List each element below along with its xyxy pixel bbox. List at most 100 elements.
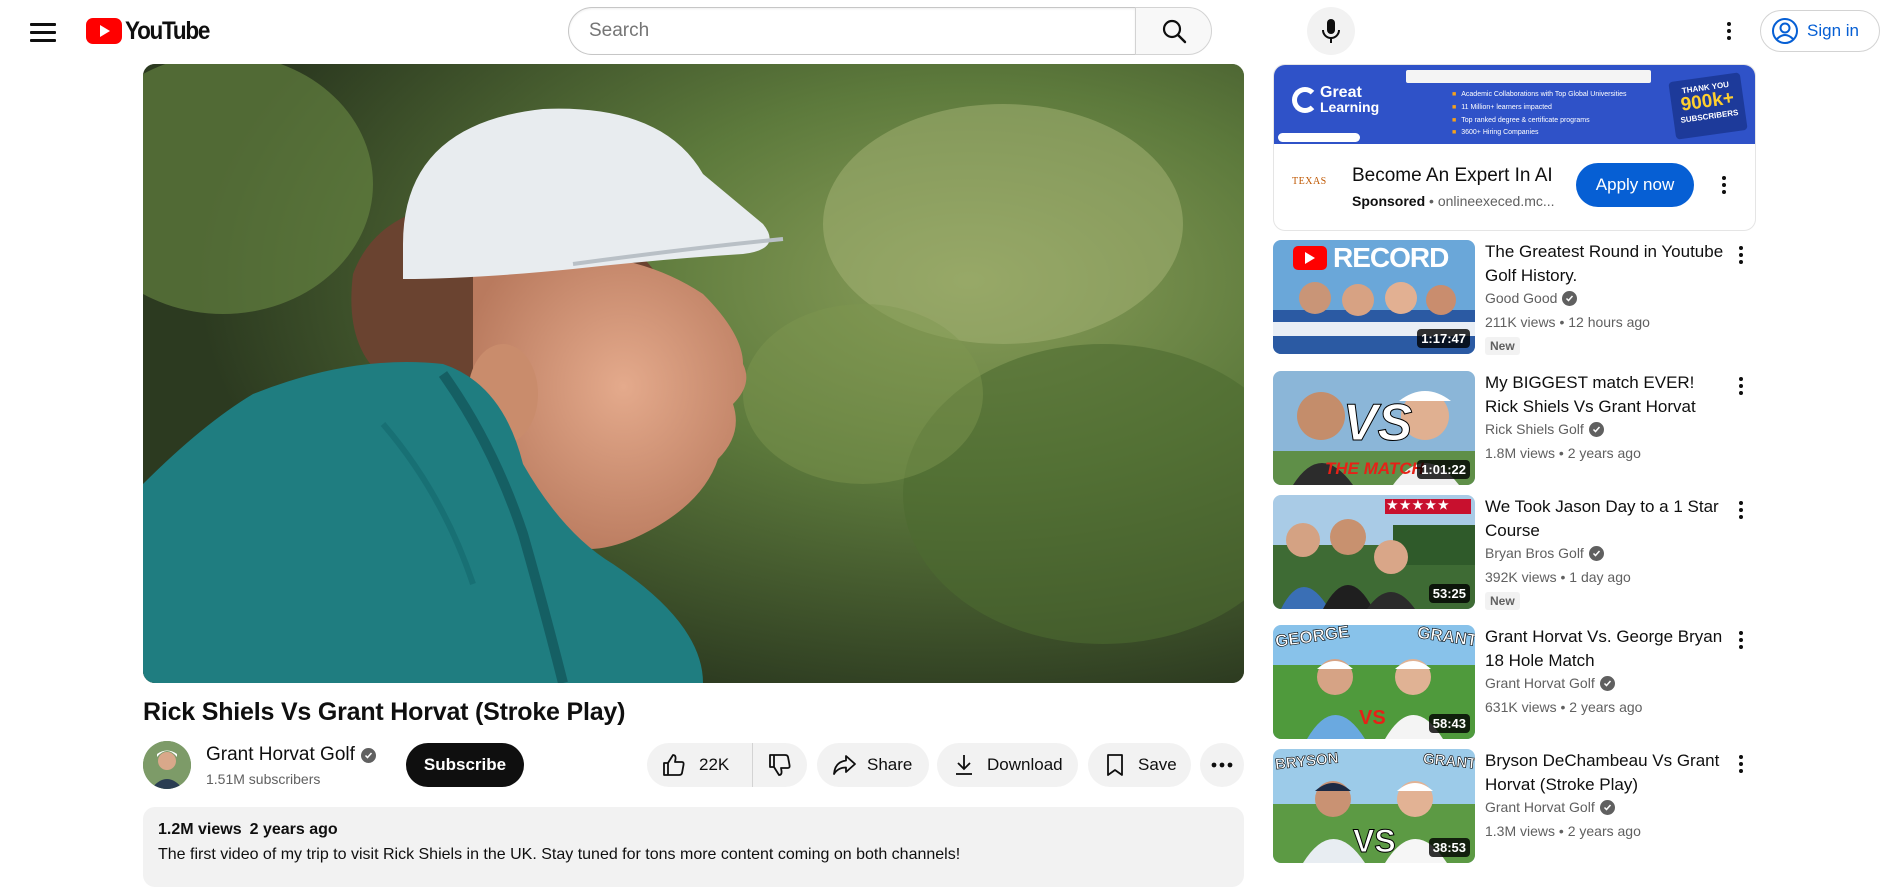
- related-video-title: Bryson DeChambeau Vs Grant Horvat (Strok…: [1485, 751, 1720, 794]
- mic-icon: [1322, 19, 1340, 43]
- related-video[interactable]: GEORGE GRANT VS 58:43 Grant Horvat Vs. G…: [1273, 625, 1756, 739]
- channel-avatar[interactable]: [143, 741, 191, 789]
- related-channel: Grant Horvat Golf: [1485, 799, 1615, 815]
- video-duration: 53:25: [1428, 584, 1470, 603]
- thumbnail-text: ★★★★★: [1387, 498, 1451, 512]
- ad-title[interactable]: Become An Expert In AI: [1352, 165, 1553, 187]
- thumbnail-text: VS: [1359, 707, 1386, 729]
- video-duration: 58:43: [1428, 714, 1470, 733]
- related-video-title: We Took Jason Day to a 1 Star Course: [1485, 497, 1719, 540]
- video-thumbnail[interactable]: BRYSON GRANT VS 38:53: [1273, 749, 1475, 863]
- avatar-image: [143, 741, 191, 789]
- more-vert-icon[interactable]: [1731, 242, 1751, 268]
- sign-in-label: Sign in: [1807, 21, 1859, 40]
- video-thumbnail[interactable]: RECORD 1:17:47: [1273, 240, 1475, 354]
- channel-name-text: Grant Horvat Golf: [206, 744, 355, 765]
- download-icon: [956, 755, 972, 775]
- view-count: 1.2M views: [158, 821, 242, 838]
- channel-name[interactable]: Grant Horvat Golf: [206, 744, 376, 766]
- like-button[interactable]: 22K: [647, 743, 753, 787]
- more-vert-icon[interactable]: [1714, 169, 1734, 201]
- bookmark-icon: [1107, 754, 1123, 776]
- related-video-title: My BIGGEST match EVER! Rick Shiels Vs Gr…: [1485, 373, 1696, 416]
- ad-subline: Sponsored • onlineexeced.mc...: [1352, 193, 1555, 209]
- ad-card: Great Learning Academic Collaborations w…: [1273, 64, 1756, 231]
- related-video-title: The Greatest Round in Youtube Golf Histo…: [1485, 242, 1724, 285]
- share-button[interactable]: Share: [817, 743, 929, 787]
- related-meta: 392K views • 1 day ago: [1485, 569, 1631, 585]
- verified-icon: [1588, 421, 1604, 437]
- more-vert-icon[interactable]: [1714, 14, 1744, 48]
- related-video[interactable]: RECORD 1:17:47 The Greatest Round in You…: [1273, 240, 1756, 355]
- youtube-logo[interactable]: YouTube: [86, 17, 218, 45]
- more-vert-icon[interactable]: [1731, 373, 1751, 399]
- youtube-logo-icon: [86, 18, 122, 44]
- related-video[interactable]: BRYSON GRANT VS 38:53 Bryson DeChambeau …: [1273, 749, 1756, 863]
- more-horiz-icon: [1211, 762, 1233, 768]
- thumbnail-text: THE MATCH: [1325, 459, 1424, 478]
- new-badge: New: [1485, 592, 1520, 610]
- search-input[interactable]: [568, 7, 1135, 55]
- video-thumbnail[interactable]: GEORGE GRANT VS 58:43: [1273, 625, 1475, 739]
- video-frame: [143, 64, 1244, 683]
- owner-row: Grant Horvat Golf 1.51M subscribers Subs…: [143, 740, 1244, 790]
- verified-icon: [1599, 799, 1615, 815]
- more-vert-icon[interactable]: [1731, 497, 1751, 523]
- sign-in-button[interactable]: Sign in: [1760, 10, 1880, 52]
- related-video[interactable]: ★★★★★ 53:25 We Took Jason Day to a 1 Sta…: [1273, 495, 1756, 610]
- thumb-up-icon: [663, 754, 685, 776]
- subscribe-button[interactable]: Subscribe: [406, 743, 524, 787]
- description-meta: 1.2M views 2 years ago: [158, 821, 1229, 839]
- apply-now-button[interactable]: Apply now: [1576, 163, 1694, 207]
- ad-banner[interactable]: Great Learning Academic Collaborations w…: [1274, 65, 1755, 144]
- video-thumbnail[interactable]: ★★★★★ 53:25: [1273, 495, 1475, 609]
- thumb-down-icon: [769, 754, 791, 776]
- video-duration: 38:53: [1428, 838, 1470, 857]
- verified-icon: [1599, 675, 1615, 691]
- like-count: 22K: [699, 755, 730, 774]
- video-duration: 1:17:47: [1417, 329, 1470, 348]
- voice-search-button[interactable]: [1307, 7, 1355, 55]
- ad-banner-point: Academic Collaborations with Top Global …: [1452, 91, 1626, 98]
- video-duration: 1:01:22: [1417, 460, 1470, 479]
- related-channel: Bryan Bros Golf: [1485, 545, 1604, 561]
- thumbnail-text: RECORD: [1333, 242, 1449, 273]
- search-button[interactable]: [1135, 7, 1212, 55]
- related-channel: Good Good: [1485, 290, 1578, 306]
- verified-icon: [1588, 545, 1604, 561]
- account-icon: [1772, 18, 1798, 44]
- upload-age: 2 years ago: [249, 821, 338, 838]
- related-video[interactable]: VS THE MATCH 1:01:22 My BIGGEST match EV…: [1273, 371, 1756, 485]
- share-label: Share: [867, 755, 913, 774]
- save-button[interactable]: Save: [1088, 743, 1191, 787]
- ad-banner-point: 3600+ Hiring Companies: [1452, 129, 1538, 136]
- ad-domain: onlineexeced.mc...: [1437, 193, 1555, 209]
- search-bar: [568, 7, 1212, 55]
- description-box[interactable]: 1.2M views 2 years ago The first video of…: [143, 807, 1244, 887]
- logo-text: YouTube: [125, 16, 210, 45]
- sponsored-label: Sponsored: [1352, 193, 1426, 209]
- more-vert-icon[interactable]: [1731, 751, 1751, 777]
- related-channel: Rick Shiels Golf: [1485, 421, 1604, 437]
- save-label: Save: [1138, 755, 1177, 774]
- ad-banner-brand: Great Learning: [1320, 84, 1380, 115]
- related-meta: 1.8M views • 2 years ago: [1485, 445, 1641, 461]
- dislike-button[interactable]: [753, 743, 807, 787]
- video-player[interactable]: [143, 64, 1244, 683]
- description-text: The first video of my trip to visit Rick…: [158, 846, 961, 863]
- more-vert-icon[interactable]: [1731, 627, 1751, 653]
- related-meta: 631K views • 2 years ago: [1485, 699, 1643, 715]
- download-label: Download: [987, 755, 1063, 774]
- related-meta: 1.3M views • 2 years ago: [1485, 823, 1641, 839]
- menu-icon[interactable]: [30, 20, 56, 42]
- download-button[interactable]: Download: [937, 743, 1078, 787]
- video-thumbnail[interactable]: VS THE MATCH 1:01:22: [1273, 371, 1475, 485]
- thumbnail-text: VS: [1353, 823, 1397, 860]
- ad-banner-url: [1278, 133, 1360, 142]
- more-actions-button[interactable]: [1200, 743, 1244, 787]
- ad-banner-partner-strip: [1406, 70, 1651, 83]
- verified-icon: [1562, 290, 1578, 306]
- related-video-title: Grant Horvat Vs. George Bryan 18 Hole Ma…: [1485, 627, 1723, 670]
- related-meta: 211K views • 12 hours ago: [1485, 314, 1650, 330]
- subscriber-count: 1.51M subscribers: [206, 771, 321, 787]
